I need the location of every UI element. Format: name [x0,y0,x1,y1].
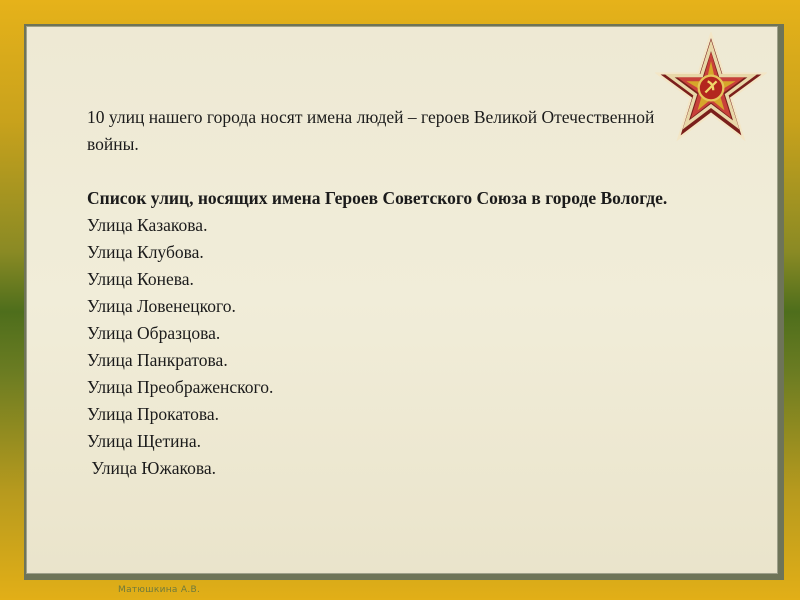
intro-paragraph: 10 улиц нашего города носят имена людей … [87,107,655,154]
list-title: Список улиц, носящих имена Героев Советс… [87,188,668,208]
list-item: Улица Клубова. [87,242,204,262]
list-item: Улица Ловенецкого. [87,296,236,316]
list-item: Улица Преображенского. [87,377,274,397]
list-item: Улица Казакова. [87,215,208,235]
list-item: Улица Южакова. [87,458,216,478]
list-item: Улица Прокатова. [87,404,220,424]
list-item: Улица Щетина. [87,431,201,451]
list-item: Улица Конева. [87,269,194,289]
author-credit: Матюшкина А.В. [118,585,201,595]
list-item: Улица Панкратова. [87,350,228,370]
main-text: 10 улиц нашего города носят имена людей … [87,104,677,482]
street-list: Улица Казакова. Улица Клубова. Улица Кон… [87,212,677,482]
list-item: Улица Образцова. [87,323,221,343]
